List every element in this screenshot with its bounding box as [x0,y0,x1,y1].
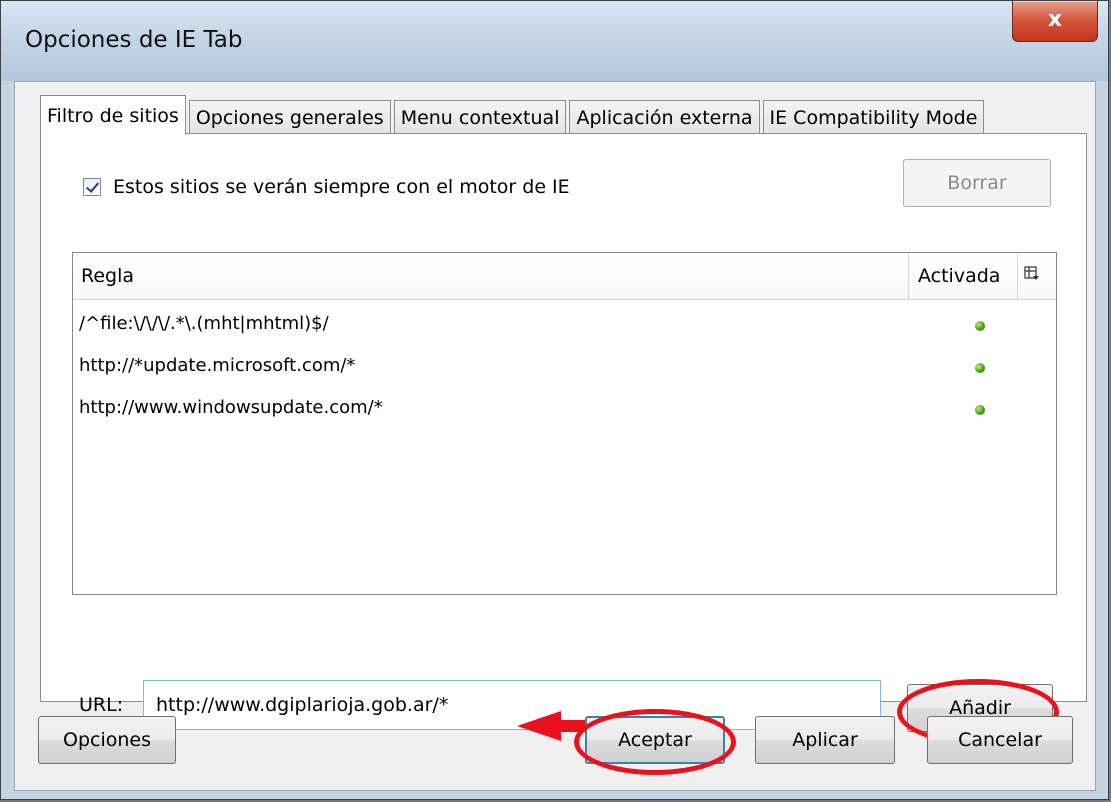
enabled-indicator-icon[interactable] [975,321,985,331]
tab-context-menu[interactable]: Menu contextual [393,100,567,134]
list-item[interactable]: /^file:\/\/\/.*\.(mht|mhtml)$/ [73,305,1056,345]
clear-button[interactable]: Borrar [903,159,1051,207]
tab-general-options[interactable]: Opciones generales [188,100,391,134]
always-ie-checkbox[interactable] [83,178,101,196]
tab-site-filter[interactable]: Filtro de sitios [40,95,186,135]
rule-text: http://*update.microsoft.com/* [79,355,356,376]
column-divider [1017,253,1018,299]
column-divider [908,253,909,299]
always-ie-label: Estos sitios se verán siempre con el mot… [113,176,570,198]
site-filter-panel: Estos sitios se verán siempre con el mot… [40,133,1087,745]
enabled-indicator-icon[interactable] [975,363,985,373]
window-title: Opciones de IE Tab [25,27,243,53]
rules-list[interactable]: Regla Activada /^file:\/\/\/.*\.(mht|mht… [72,252,1057,595]
url-label: URL: [79,694,124,716]
column-header-rule[interactable]: Regla [81,265,134,287]
dialog-body: Filtro de sitios Opciones generales Menu… [14,81,1096,791]
rule-text: http://www.windowsupdate.com/* [79,397,383,418]
column-picker-icon[interactable] [1024,266,1040,286]
list-item[interactable]: http://*update.microsoft.com/* [73,347,1056,387]
tab-external-app[interactable]: Aplicación externa [569,100,760,134]
options-dialog: Opciones de IE Tab x Filtro de sitios Op… [0,0,1109,800]
title-bar[interactable]: Opciones de IE Tab x [1,1,1108,81]
list-item[interactable]: http://www.windowsupdate.com/* [73,389,1056,429]
always-ie-option[interactable]: Estos sitios se verán siempre con el mot… [83,176,570,198]
options-button[interactable]: Opciones [38,716,176,764]
close-button[interactable]: x [1012,1,1098,42]
close-icon: x [1047,7,1063,32]
enabled-indicator-icon[interactable] [975,405,985,415]
rule-text: /^file:\/\/\/.*\.(mht|mhtml)$/ [79,313,329,334]
column-header-enabled[interactable]: Activada [918,265,1000,287]
annotation-circle [574,709,736,775]
apply-button[interactable]: Aplicar [755,716,895,764]
cancel-button[interactable]: Cancelar [927,716,1073,764]
tab-strip: Filtro de sitios Opciones generales Menu… [40,94,987,135]
list-header: Regla Activada [73,253,1056,300]
tab-ie-compatibility[interactable]: IE Compatibility Mode [762,100,985,134]
url-value: http://www.dgiplarioja.gob.ar/* [156,694,449,716]
